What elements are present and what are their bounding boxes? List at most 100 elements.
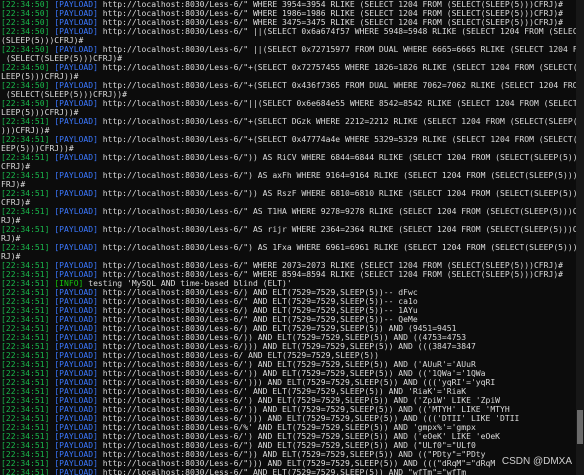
log-line: [22:34:51] [PAYLOAD] http://localhost:80… (1, 153, 576, 162)
log-message: http://localhost:8030/Less-6/"||(SELECT … (97, 99, 576, 108)
log-line: [22:34:51] [PAYLOAD] http://localhost:80… (1, 288, 576, 297)
log-level-payload: [PAYLOAD] (54, 18, 98, 27)
log-line: [22:34:50] [PAYLOAD] http://localhost:80… (1, 0, 576, 9)
log-timestamp: [22:34:51] (1, 387, 50, 396)
log-line: (SLEEP(5)))CFRJ)# (1, 36, 576, 45)
log-message: http://localhost:8030/Less-6/"+(SELECT 0… (97, 81, 576, 90)
log-message: http://localhost:8030/Less-6/) AND ELT(7… (97, 288, 418, 297)
log-timestamp: [22:34:51] (1, 135, 50, 144)
log-message: http://localhost:8030/Less-6/") AS axFh … (97, 171, 576, 180)
log-continuation: CFRJ)# (1, 198, 31, 207)
log-line: [22:34:50] [PAYLOAD] http://localhost:80… (1, 9, 576, 18)
log-line: LEEP(5)))CFRJ))# (1, 72, 576, 81)
log-line: (SELECT(SLEEP(5)))CFRJ)# (1, 54, 576, 63)
log-message: http://localhost:8030/Less-6/")) AND ELT… (97, 450, 486, 459)
log-line: CFRJ)# (1, 198, 576, 207)
terminal-scrollbar[interactable] (576, 0, 584, 475)
log-line: [22:34:51] [PAYLOAD] http://localhost:80… (1, 369, 576, 378)
log-timestamp: [22:34:51] (1, 315, 50, 324)
log-line: [22:34:51] [PAYLOAD] http://localhost:80… (1, 405, 576, 414)
log-line: (SELECT(SLEEP(5)))CFRJ))# (1, 90, 576, 99)
log-line: [22:34:51] [PAYLOAD] http://localhost:80… (1, 396, 576, 405)
log-continuation: (SELECT(SLEEP(5)))CFRJ)# (1, 54, 123, 63)
log-line: [22:34:51] [INFO] testing 'MySQL AND tim… (1, 279, 576, 288)
log-continuation: )))CFRJ))# (1, 126, 50, 135)
log-message: http://localhost:8030/Less-6/' AND ELT(7… (97, 387, 467, 396)
log-timestamp: [22:34:51] (1, 261, 50, 270)
log-message: http://localhost:8030/Less-6/"+(SELECT 0… (97, 135, 576, 144)
log-line: [22:34:51] [PAYLOAD] http://localhost:80… (1, 468, 576, 475)
log-message: http://localhost:8030/Less-6/" WHERE 395… (97, 0, 564, 9)
log-message: http://localhost:8030/Less-6/') AND ELT(… (97, 396, 501, 405)
log-timestamp: [22:34:50] (1, 0, 50, 9)
log-message: http://localhost:8030/Less-6/')) AND ELT… (97, 405, 510, 414)
log-level-payload: [PAYLOAD] (54, 261, 98, 270)
log-line: CFRJ)# (1, 162, 576, 171)
log-level-payload: [PAYLOAD] (54, 369, 98, 378)
log-message: http://localhost:8030/Less-6/")) AS RiCV… (97, 153, 576, 162)
log-line: [22:34:51] [PAYLOAD] http://localhost:80… (1, 297, 576, 306)
log-level-payload: [PAYLOAD] (54, 225, 98, 234)
log-line: [22:34:51] [PAYLOAD] http://localhost:80… (1, 459, 576, 468)
log-timestamp: [22:34:51] (1, 396, 50, 405)
log-line: [22:34:51] [PAYLOAD] http://localhost:80… (1, 351, 576, 360)
log-timestamp: [22:34:50] (1, 9, 50, 18)
log-line: [22:34:51] [PAYLOAD] http://localhost:80… (1, 243, 576, 252)
log-line: RJ)# (1, 252, 576, 261)
log-level-payload: [PAYLOAD] (54, 423, 98, 432)
log-continuation: EEP(5)))CFRJ))# (1, 144, 74, 153)
log-level-payload: [PAYLOAD] (54, 360, 98, 369)
log-line: [22:34:51] [PAYLOAD] http://localhost:80… (1, 189, 576, 198)
scrollbar-thumb[interactable] (577, 410, 583, 444)
log-line: [22:34:51] [PAYLOAD] http://localhost:80… (1, 441, 576, 450)
log-message: http://localhost:8030/Less-6/" WHERE 207… (97, 261, 564, 270)
log-level-payload: [PAYLOAD] (54, 441, 98, 450)
log-message: http://localhost:8030/Less-6/")) AS RszF… (97, 189, 576, 198)
log-continuation: (SLEEP(5)))CFRJ)# (1, 36, 84, 45)
log-message: http://localhost:8030/Less-6/"+(SELECT 0… (97, 63, 576, 72)
log-message: http://localhost:8030/Less-6/" AND ELT(7… (97, 315, 418, 324)
log-line: [22:34:51] [PAYLOAD] http://localhost:80… (1, 378, 576, 387)
log-line: [22:34:51] [PAYLOAD] http://localhost:80… (1, 207, 576, 216)
log-line: [22:34:51] [PAYLOAD] http://localhost:80… (1, 135, 576, 144)
log-line: [22:34:51] [PAYLOAD] http://localhost:80… (1, 270, 576, 279)
log-message: http://localhost:8030/Less-6/') AND ELT(… (97, 360, 476, 369)
log-level-payload: [PAYLOAD] (54, 117, 98, 126)
log-continuation: RJ)# (1, 252, 21, 261)
log-timestamp: [22:34:51] (1, 306, 50, 315)
log-timestamp: [22:34:51] (1, 288, 50, 297)
log-message: http://localhost:8030/Less-6/" WHERE 347… (97, 18, 564, 27)
log-timestamp: [22:34:51] (1, 189, 50, 198)
log-timestamp: [22:34:51] (1, 324, 50, 333)
log-line: )))CFRJ))# (1, 126, 576, 135)
log-message: http://localhost:8030/Less-6/" AS T1HA W… (97, 207, 576, 216)
log-level-payload: [PAYLOAD] (54, 432, 98, 441)
log-timestamp: [22:34:51] (1, 171, 50, 180)
log-line: [22:34:50] [PAYLOAD] http://localhost:80… (1, 99, 576, 108)
watermark: CSDN @DMXA (499, 456, 574, 467)
log-level-payload: [PAYLOAD] (54, 405, 98, 414)
log-message: http://localhost:8030/Less-6/"))) AND EL… (97, 459, 496, 468)
log-message: http://localhost:8030/Less-6/" WHERE 198… (97, 9, 564, 18)
terminal-output: [22:34:50] [PAYLOAD] http://localhost:80… (0, 0, 576, 475)
log-message: http://localhost:8030/Less-6/') AND ELT(… (97, 432, 501, 441)
log-level-payload: [PAYLOAD] (54, 333, 98, 342)
log-line: RJ)# (1, 234, 576, 243)
log-level-payload: [PAYLOAD] (54, 297, 98, 306)
log-message: http://localhost:8030/Less-6/" WHERE 859… (97, 270, 564, 279)
log-message: http://localhost:8030/Less-6/ AND ELT(75… (97, 351, 379, 360)
log-line: [22:34:51] [PAYLOAD] http://localhost:80… (1, 261, 576, 270)
log-timestamp: [22:34:51] (1, 432, 50, 441)
log-timestamp: [22:34:51] (1, 243, 50, 252)
log-message: http://localhost:8030/Less-6/" ||(SELECT… (97, 45, 576, 54)
log-line: FRJ)# (1, 180, 576, 189)
log-level-payload: [PAYLOAD] (54, 324, 98, 333)
log-line: [22:34:50] [PAYLOAD] http://localhost:80… (1, 45, 576, 54)
log-line: LEEP(5)))CFRJ))# (1, 108, 576, 117)
log-timestamp: [22:34:50] (1, 18, 50, 27)
log-level-payload: [PAYLOAD] (54, 342, 98, 351)
log-message: http://localhost:8030/Less-6/'))) AND EL… (97, 378, 496, 387)
log-level-payload: [PAYLOAD] (54, 135, 98, 144)
log-timestamp: [22:34:51] (1, 423, 50, 432)
log-line: [22:34:51] [PAYLOAD] http://localhost:80… (1, 432, 576, 441)
